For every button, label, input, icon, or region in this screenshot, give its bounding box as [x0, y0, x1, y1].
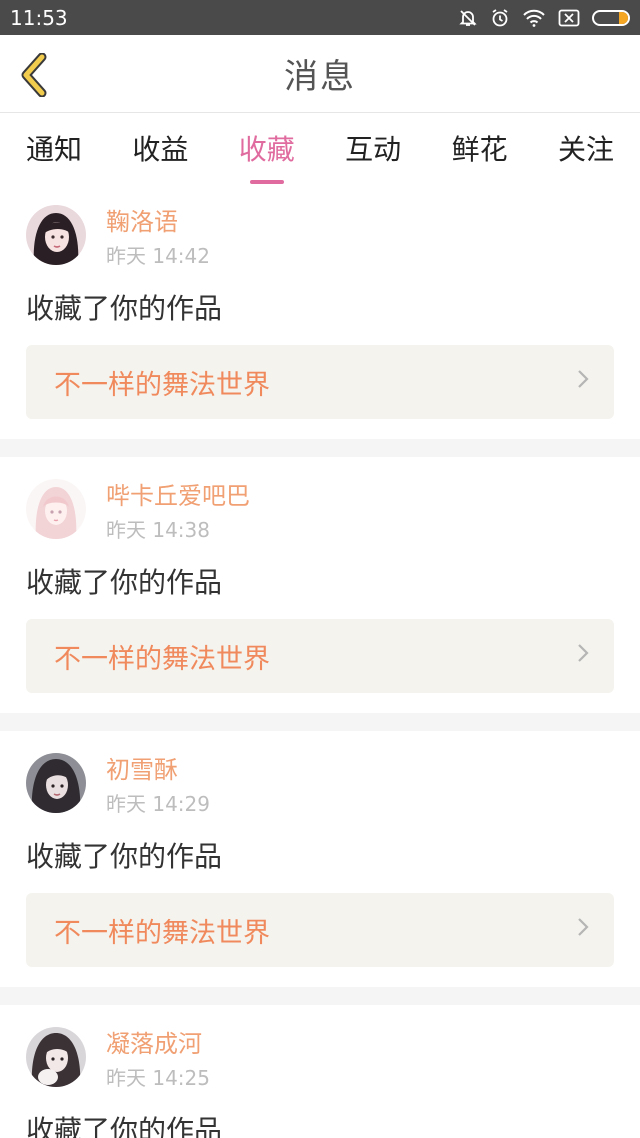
chevron-right-icon — [576, 641, 590, 671]
tab-notice[interactable]: 通知 — [26, 120, 82, 176]
card-header: 凝落成河 昨天 14:25 — [26, 1027, 614, 1091]
status-icons — [458, 8, 630, 28]
tab-favorites[interactable]: 收藏 — [239, 120, 295, 176]
username[interactable]: 凝落成河 — [106, 1029, 210, 1059]
tab-earnings[interactable]: 收益 — [132, 120, 188, 176]
wifi-icon — [522, 8, 546, 28]
user-meta: 哔卡丘爱吧巴 昨天 14:38 — [106, 479, 250, 543]
username[interactable]: 鞠洛语 — [106, 207, 210, 237]
timestamp: 昨天 14:29 — [106, 792, 210, 816]
work-link[interactable]: 不一样的舞法世界 — [26, 345, 614, 419]
card-header: 鞠洛语 昨天 14:42 — [26, 205, 614, 269]
user-meta: 初雪酥 昨天 14:29 — [106, 753, 210, 817]
message-feed: 鞠洛语 昨天 14:42 收藏了你的作品 不一样的舞法世界 哔卡丘爱吧巴 昨天 … — [0, 183, 640, 1138]
work-link[interactable]: 不一样的舞法世界 — [26, 893, 614, 967]
list-item: 鞠洛语 昨天 14:42 收藏了你的作品 不一样的舞法世界 — [0, 183, 640, 439]
list-item: 哔卡丘爱吧巴 昨天 14:38 收藏了你的作品 不一样的舞法世界 — [0, 457, 640, 713]
action-text: 收藏了你的作品 — [26, 1114, 223, 1138]
work-title: 不一样的舞法世界 — [54, 369, 270, 401]
action-text: 收藏了你的作品 — [26, 840, 223, 873]
back-button[interactable] — [18, 52, 50, 98]
close-box-icon — [558, 9, 580, 27]
user-meta: 鞠洛语 昨天 14:42 — [106, 205, 210, 269]
chevron-right-icon — [576, 915, 590, 945]
status-bar: 11:53 — [0, 0, 640, 35]
username[interactable]: 初雪酥 — [106, 755, 210, 785]
work-link[interactable]: 不一样的舞法世界 — [26, 619, 614, 693]
timestamp: 昨天 14:25 — [106, 1066, 210, 1090]
chevron-right-icon — [576, 367, 590, 397]
message-tabs: 通知 收益 收藏 互动 鲜花 关注 — [0, 113, 640, 183]
tab-follow[interactable]: 关注 — [558, 120, 614, 176]
app-header: 消息 — [0, 35, 640, 113]
action-text: 收藏了你的作品 — [26, 566, 223, 599]
bell-off-icon — [458, 8, 478, 28]
action-text: 收藏了你的作品 — [26, 292, 223, 325]
alarm-icon — [490, 8, 510, 28]
avatar[interactable] — [26, 479, 86, 539]
chevron-left-icon — [18, 52, 50, 101]
work-title: 不一样的舞法世界 — [54, 643, 270, 675]
status-time: 11:53 — [10, 5, 68, 30]
work-title: 不一样的舞法世界 — [54, 917, 270, 949]
timestamp: 昨天 14:42 — [106, 244, 210, 268]
timestamp: 昨天 14:38 — [106, 518, 210, 542]
tab-flowers[interactable]: 鲜花 — [452, 120, 508, 176]
avatar[interactable] — [26, 1027, 86, 1087]
page-title: 消息 — [284, 57, 356, 97]
battery-icon — [592, 9, 630, 26]
card-header: 初雪酥 昨天 14:29 — [26, 753, 614, 817]
user-meta: 凝落成河 昨天 14:25 — [106, 1027, 210, 1091]
card-header: 哔卡丘爱吧巴 昨天 14:38 — [26, 479, 614, 543]
avatar[interactable] — [26, 205, 86, 265]
username[interactable]: 哔卡丘爱吧巴 — [106, 481, 250, 511]
tab-interaction[interactable]: 互动 — [345, 120, 401, 176]
avatar[interactable] — [26, 753, 86, 813]
list-item: 初雪酥 昨天 14:29 收藏了你的作品 不一样的舞法世界 — [0, 731, 640, 987]
list-item: 凝落成河 昨天 14:25 收藏了你的作品 — [0, 1005, 640, 1138]
battery-level — [619, 11, 628, 24]
